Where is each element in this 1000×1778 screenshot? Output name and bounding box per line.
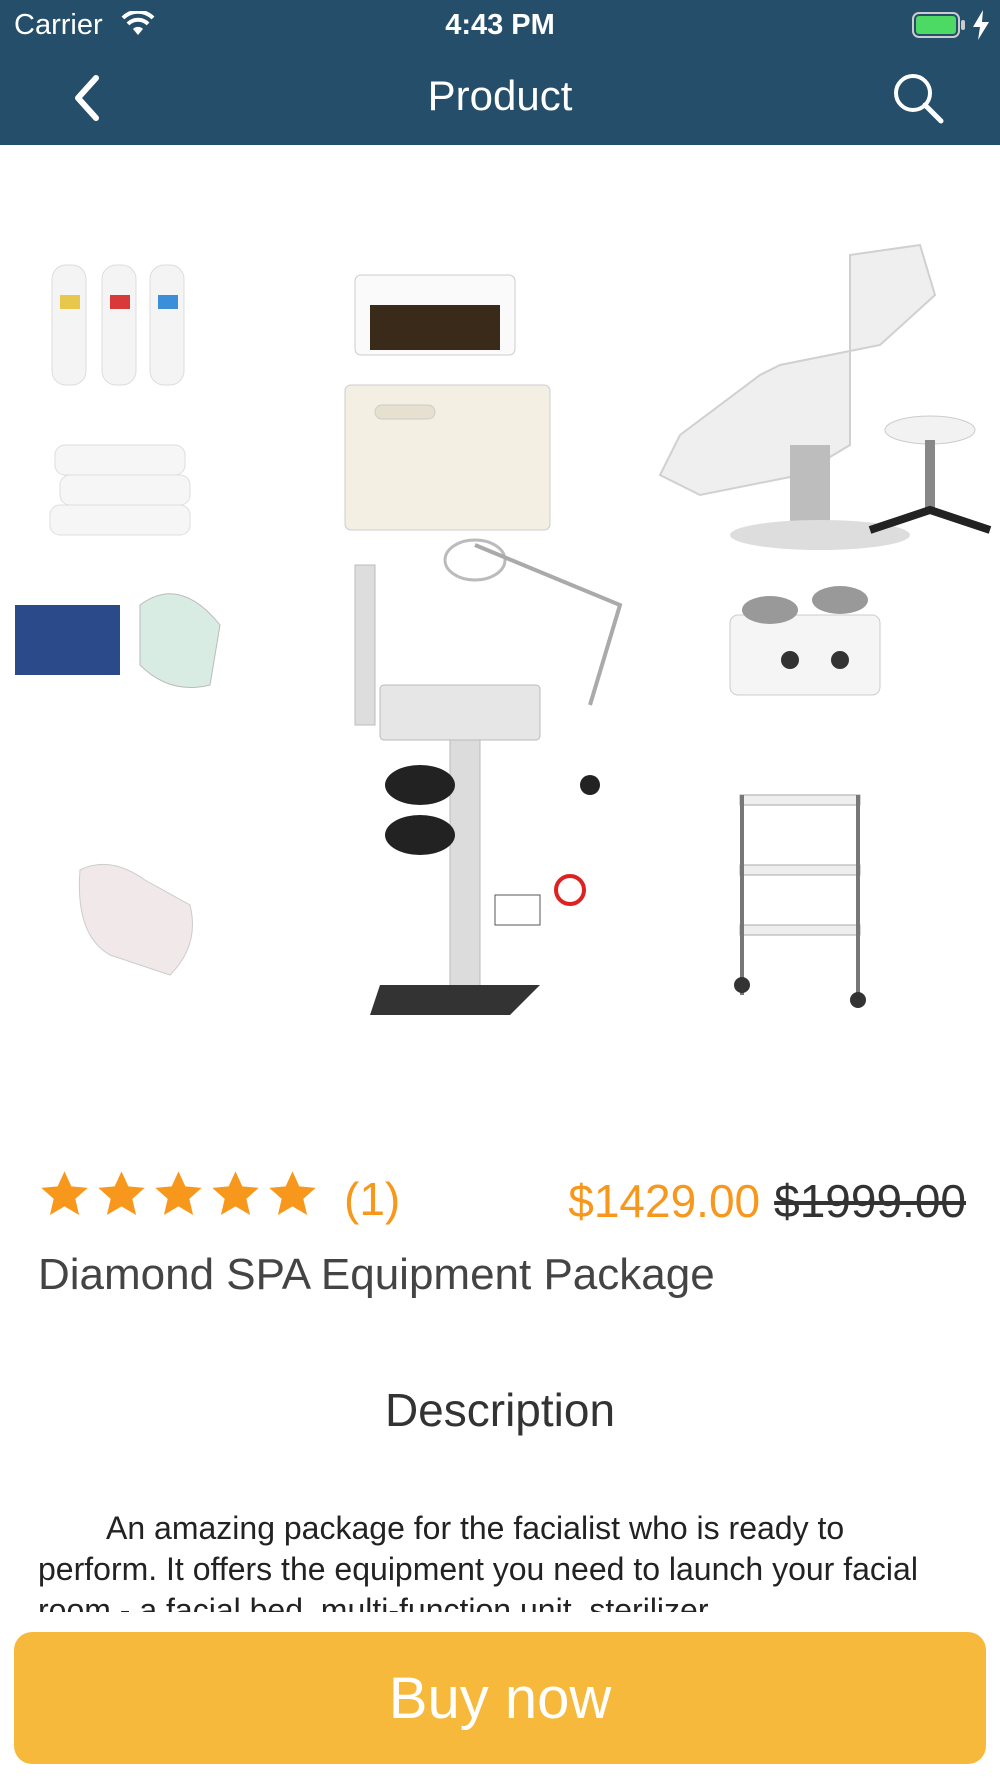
sterilizer-illustration (344, 274, 551, 531)
description-heading: Description (384, 1384, 616, 1436)
booties-illustration (78, 863, 193, 976)
app-header: Carrier 4:43 PM Product (0, 0, 1000, 145)
description-text: An amazing package for the facialist who… (38, 1510, 918, 1612)
search-icon[interactable] (890, 70, 946, 126)
star-icon (155, 1171, 202, 1216)
buy-now-button[interactable]: Buy now (14, 1632, 986, 1764)
trolley-illustration (734, 794, 866, 1008)
old-price: $1999.00 (774, 1175, 966, 1227)
battery-icon (912, 12, 965, 38)
star-icon (41, 1171, 88, 1216)
page-title: Product (427, 72, 573, 119)
status-bar: Carrier 4:43 PM (0, 0, 1000, 50)
review-count[interactable]: (1) (344, 1172, 400, 1226)
charging-icon (973, 10, 989, 40)
spray-bottles-illustration (51, 264, 185, 386)
rating-price-row: (1) $1429.00 $1999.00 (38, 1168, 968, 1228)
star-icon (98, 1171, 145, 1216)
star-icon (269, 1171, 316, 1216)
price-block: $1429.00 $1999.00 (568, 1174, 966, 1228)
facial-bed-illustration (658, 243, 992, 550)
product-image[interactable] (0, 145, 1000, 1095)
current-price: $1429.00 (568, 1175, 761, 1227)
towels-illustration (49, 444, 191, 536)
status-time: 4:43 PM (445, 9, 555, 41)
facial-kit-illustration (15, 593, 221, 688)
wax-warmer-illustration (729, 586, 881, 696)
rating-stars (38, 1168, 319, 1221)
multifunction-unit-illustration (354, 538, 623, 1015)
star-icon (212, 1171, 259, 1216)
product-name: Diamond SPA Equipment Package (38, 1250, 715, 1299)
